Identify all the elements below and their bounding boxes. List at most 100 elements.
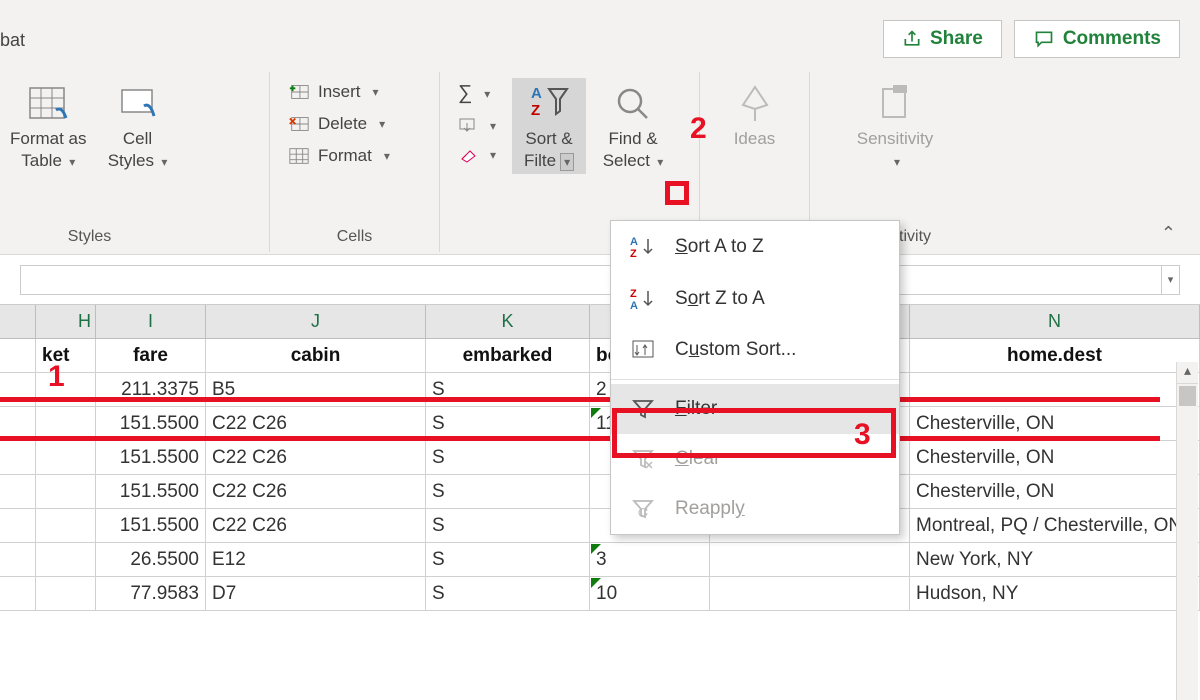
cell-home[interactable] — [910, 373, 1200, 407]
cell[interactable] — [36, 441, 96, 475]
header-cabin[interactable]: cabin — [206, 339, 426, 373]
header-home[interactable]: home.dest — [910, 339, 1200, 373]
menu-sort-z-a[interactable]: ZA Sort Z to A — [611, 273, 899, 325]
find-select-button[interactable]: Find &Select ▾ — [596, 78, 670, 174]
cell-home[interactable]: Hudson, NY — [910, 577, 1200, 611]
cell-cabin[interactable]: C22 C26 — [206, 475, 426, 509]
cell-home[interactable]: Chesterville, ON — [910, 441, 1200, 475]
cell-fare[interactable]: 151.5500 — [96, 475, 206, 509]
row-stub[interactable] — [0, 373, 36, 407]
chevron-down-icon[interactable]: ▾ — [560, 153, 574, 171]
ideas-icon — [737, 83, 773, 125]
cell-home[interactable]: Chesterville, ON — [910, 407, 1200, 441]
formula-expand-button[interactable]: ▾ — [1162, 265, 1180, 295]
col-header-stub[interactable] — [0, 305, 36, 339]
sensitivity-icon — [877, 83, 913, 125]
fill-button[interactable]: ▾ — [452, 113, 502, 139]
cell-blank[interactable] — [710, 543, 910, 577]
col-header-J[interactable]: J — [206, 305, 426, 339]
header-ket[interactable]: ket — [36, 339, 96, 373]
cell-embarked[interactable]: S — [426, 509, 590, 543]
cell-cabin[interactable]: C22 C26 — [206, 407, 426, 441]
col-header-K[interactable]: K — [426, 305, 590, 339]
menu-filter[interactable]: Filter — [611, 384, 899, 434]
cell-styles-button[interactable]: CellStyles ▾ — [101, 78, 175, 174]
comments-button[interactable]: Comments — [1014, 20, 1180, 58]
share-button[interactable]: Share — [883, 20, 1002, 58]
cell-embarked[interactable]: S — [426, 543, 590, 577]
format-as-table-button[interactable]: Format asTable ▾ — [6, 78, 91, 174]
cell-l2: Styles — [108, 151, 154, 170]
cell-cabin[interactable]: B5 — [206, 373, 426, 407]
sort-az-icon: AZ — [630, 235, 656, 259]
row-stub[interactable] — [0, 441, 36, 475]
cell-fare[interactable]: 77.9583 — [96, 577, 206, 611]
formula-input[interactable] — [20, 265, 1162, 295]
fat-l1: Format as — [10, 129, 87, 148]
header-fare[interactable]: fare — [96, 339, 206, 373]
row-stub[interactable] — [0, 407, 36, 441]
cell-embarked[interactable]: S — [426, 373, 590, 407]
table-row: 26.5500E12S3 New York, NY — [0, 543, 1200, 577]
row-stub[interactable] — [0, 475, 36, 509]
sort-az-label: ort A to Z — [688, 236, 764, 257]
sensitivity-button[interactable]: Sensitivity▾ — [853, 78, 938, 174]
cell-fare[interactable]: 151.5500 — [96, 407, 206, 441]
delete-button[interactable]: Delete▾ — [282, 110, 396, 138]
insert-button[interactable]: Insert▾ — [282, 78, 396, 106]
header-embarked[interactable]: embarked — [426, 339, 590, 373]
cell-home[interactable]: New York, NY — [910, 543, 1200, 577]
table-row: 151.5500C22 C26S11Chesterville, ON — [0, 407, 1200, 441]
group-name-cells: Cells — [282, 224, 427, 252]
cell-boat[interactable]: 3 — [590, 543, 710, 577]
sort-filter-button[interactable]: A Z Sort &Filte▾ — [512, 78, 586, 174]
ideas-button[interactable]: Ideas — [718, 78, 792, 152]
chevron-down-icon: ▾ — [490, 119, 496, 133]
sigma-icon: ∑ — [458, 82, 472, 105]
row-stub[interactable] — [0, 543, 36, 577]
scroll-thumb[interactable] — [1179, 386, 1196, 406]
cell-cabin[interactable]: C22 C26 — [206, 441, 426, 475]
row-stub[interactable] — [0, 339, 36, 373]
cell[interactable] — [36, 577, 96, 611]
cell[interactable] — [36, 543, 96, 577]
autosum-button[interactable]: ∑▾ — [452, 78, 502, 109]
filter-icon — [632, 398, 654, 420]
cell[interactable] — [36, 407, 96, 441]
worksheet: H I J K L N ket fare cabin embarked bo h… — [0, 305, 1200, 611]
cell-fare[interactable]: 211.3375 — [96, 373, 206, 407]
col-header-N[interactable]: N — [910, 305, 1200, 339]
menu-sort-a-z[interactable]: AZ Sort A to Z — [611, 221, 899, 273]
row-stub[interactable] — [0, 509, 36, 543]
col-header-I[interactable]: I — [96, 305, 206, 339]
col-header-H[interactable]: H — [36, 305, 96, 339]
filter-label: ilter — [687, 398, 718, 419]
menu-custom-sort[interactable]: Custom Sort... — [611, 325, 899, 375]
cell-blank[interactable] — [710, 577, 910, 611]
cell-fare[interactable]: 26.5500 — [96, 543, 206, 577]
collapse-ribbon-button[interactable]: ⌃ — [1161, 223, 1176, 244]
cell-home[interactable]: Montreal, PQ / Chesterville, ON — [910, 509, 1200, 543]
cell-cabin[interactable]: D7 — [206, 577, 426, 611]
cell[interactable] — [36, 509, 96, 543]
cell-boat[interactable]: 10 — [590, 577, 710, 611]
cell[interactable] — [36, 373, 96, 407]
clear-dropdown-button[interactable]: ▾ — [452, 143, 502, 167]
row-stub[interactable] — [0, 577, 36, 611]
cell-fare[interactable]: 151.5500 — [96, 509, 206, 543]
cell-embarked[interactable]: S — [426, 407, 590, 441]
table-row: 151.5500C22 C26S Chesterville, ON — [0, 441, 1200, 475]
cell-home[interactable]: Chesterville, ON — [910, 475, 1200, 509]
scroll-up-button[interactable]: ▴ — [1177, 362, 1198, 384]
format-button[interactable]: Format▾ — [282, 142, 396, 170]
vertical-scrollbar[interactable]: ▴ — [1176, 362, 1198, 700]
cell-fare[interactable]: 151.5500 — [96, 441, 206, 475]
cell-embarked[interactable]: S — [426, 441, 590, 475]
group-name-styles: Styles — [0, 224, 257, 252]
cell-embarked[interactable]: S — [426, 577, 590, 611]
cell-cabin[interactable]: E12 — [206, 543, 426, 577]
comments-label: Comments — [1063, 28, 1161, 50]
cell-embarked[interactable]: S — [426, 475, 590, 509]
cell-cabin[interactable]: C22 C26 — [206, 509, 426, 543]
cell[interactable] — [36, 475, 96, 509]
